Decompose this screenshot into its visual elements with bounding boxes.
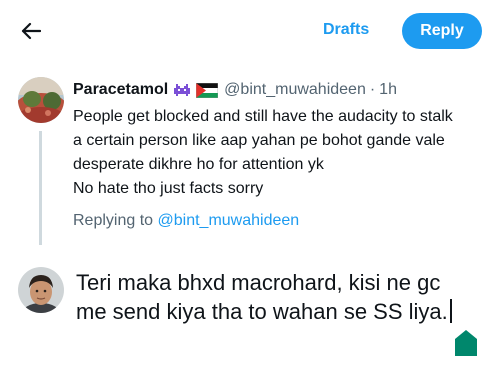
reply-text-input[interactable]: Teri maka bhxd macrohard, kisi ne gc me …	[76, 268, 496, 326]
arrow-left-icon	[21, 22, 41, 40]
thread-line	[39, 131, 42, 245]
user-avatar[interactable]	[18, 267, 64, 313]
compose-line-text: me send kiya tha to wahan se SS liya.	[76, 299, 448, 324]
author-avatar[interactable]	[18, 77, 64, 123]
tweet-text-line: No hate tho just facts sorry	[73, 180, 264, 197]
replying-to: Replying to @bint_muwahideen	[73, 212, 299, 230]
tweet-text: People get blocked and still have the au…	[73, 105, 493, 201]
top-bar: Drafts Reply	[0, 0, 500, 64]
avatar-image	[18, 77, 64, 123]
alien-monster-icon	[173, 82, 191, 98]
tweet-header: Paracetamol @bint_muwahideen · 1h	[73, 80, 397, 100]
separator-dot: ·	[369, 81, 376, 98]
tweet-time[interactable]: 1h	[379, 81, 397, 99]
selection-handle-icon[interactable]	[455, 330, 477, 356]
avatar-image	[18, 267, 64, 313]
compose-line: Teri maka bhxd macrohard, kisi ne gc	[76, 270, 441, 295]
tweet-text-line: People get blocked and still have the au…	[73, 108, 453, 125]
text-cursor	[449, 299, 452, 323]
author-name[interactable]: Paracetamol	[73, 81, 168, 99]
author-handle[interactable]: @bint_muwahideen	[224, 81, 366, 99]
tweet-text-line: desperate dikhre ho for attention yk	[73, 156, 324, 173]
back-button[interactable]	[14, 16, 48, 46]
tweet-text-line: a certain person like aap yahan pe bohot…	[73, 132, 445, 149]
drafts-button[interactable]: Drafts	[323, 21, 369, 39]
reply-button[interactable]: Reply	[402, 13, 482, 49]
replying-to-mention[interactable]: @bint_muwahideen	[158, 212, 300, 229]
replying-to-label: Replying to	[73, 212, 154, 229]
compose-line-2: me send kiya tha to wahan se SS liya.	[76, 297, 496, 326]
palestine-flag-icon	[196, 82, 219, 98]
